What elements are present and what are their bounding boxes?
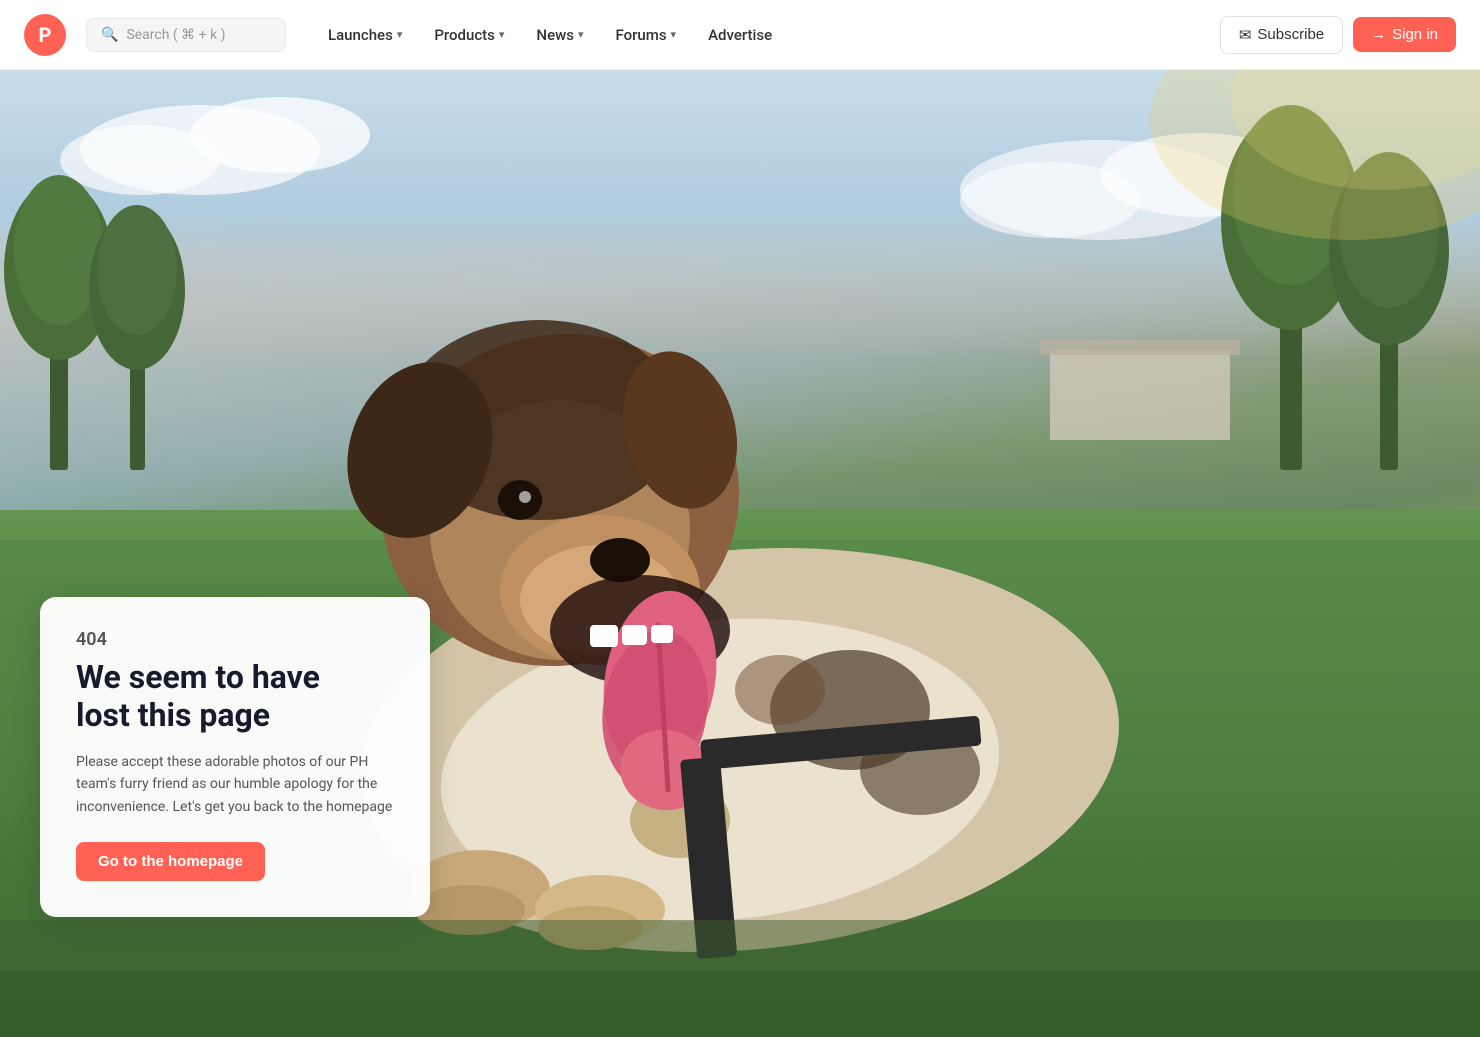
- chevron-down-icon: ▾: [671, 28, 677, 41]
- nav-right: ✉ Subscribe → Sign in: [1220, 16, 1456, 54]
- chevron-down-icon: ▾: [578, 28, 584, 41]
- subscribe-icon: ✉: [1239, 26, 1252, 44]
- subscribe-button[interactable]: ✉ Subscribe: [1220, 16, 1343, 54]
- signin-label: Sign in: [1392, 26, 1438, 43]
- navbar: P 🔍 Search ( ⌘ + k ) Launches ▾ Products…: [0, 0, 1480, 70]
- go-to-homepage-button[interactable]: Go to the homepage: [76, 842, 265, 881]
- subscribe-label: Subscribe: [1257, 26, 1324, 43]
- error-card: 404 We seem to have lost this page Pleas…: [40, 597, 430, 917]
- error-title: We seem to have lost this page: [76, 658, 394, 735]
- error-title-line2: lost this page: [76, 696, 270, 734]
- error-code: 404: [76, 629, 394, 650]
- nav-advertise-label: Advertise: [708, 26, 772, 44]
- nav-item-advertise[interactable]: Advertise: [694, 18, 786, 52]
- error-title-line1: We seem to have: [76, 658, 320, 696]
- logo-container[interactable]: P: [24, 14, 66, 56]
- search-bar[interactable]: 🔍 Search ( ⌘ + k ): [86, 18, 286, 52]
- nav-item-news[interactable]: News ▾: [522, 18, 597, 52]
- nav-item-forums[interactable]: Forums ▾: [601, 18, 690, 52]
- chevron-down-icon: ▾: [499, 28, 505, 41]
- signin-button[interactable]: → Sign in: [1353, 17, 1456, 52]
- nav-products-label: Products: [434, 26, 495, 44]
- nav-item-launches[interactable]: Launches ▾: [314, 18, 416, 52]
- nav-news-label: News: [536, 26, 574, 44]
- nav-links: Launches ▾ Products ▾ News ▾ Forums ▾ Ad…: [314, 18, 1212, 52]
- search-icon: 🔍: [101, 27, 118, 43]
- signin-icon: →: [1371, 26, 1386, 43]
- logo-icon[interactable]: P: [24, 14, 66, 56]
- nav-forums-label: Forums: [615, 26, 666, 44]
- search-placeholder: Search ( ⌘ + k ): [126, 27, 225, 43]
- nav-item-products[interactable]: Products ▾: [420, 18, 518, 52]
- chevron-down-icon: ▾: [397, 28, 403, 41]
- error-description: Please accept these adorable photos of o…: [76, 751, 394, 818]
- nav-launches-label: Launches: [328, 26, 393, 44]
